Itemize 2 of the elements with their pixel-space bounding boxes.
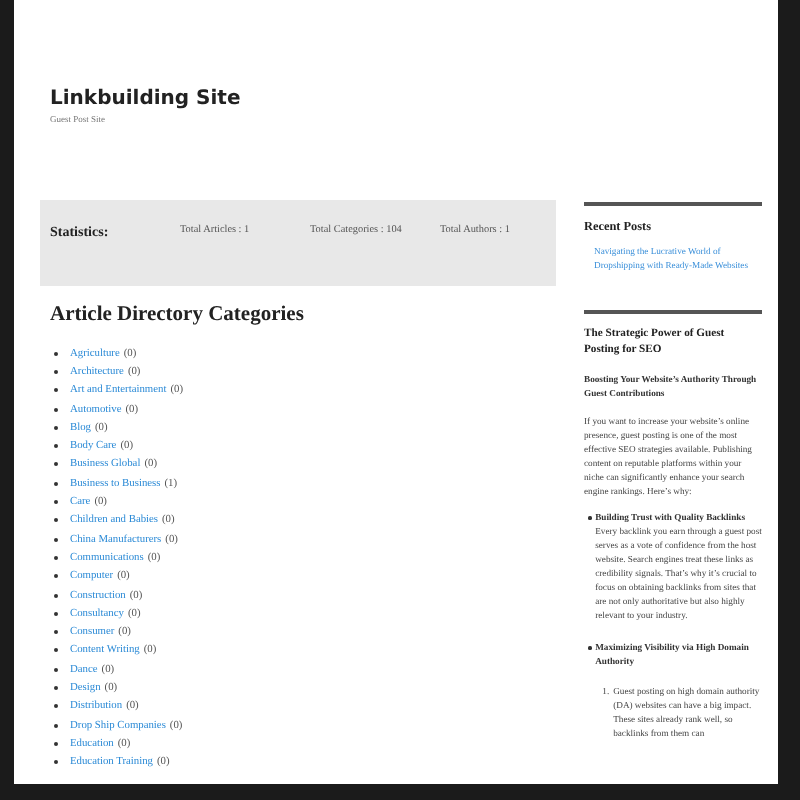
site-title[interactable]: Linkbuilding Site xyxy=(50,88,778,110)
section-heading: Article Directory Categories xyxy=(50,304,306,326)
